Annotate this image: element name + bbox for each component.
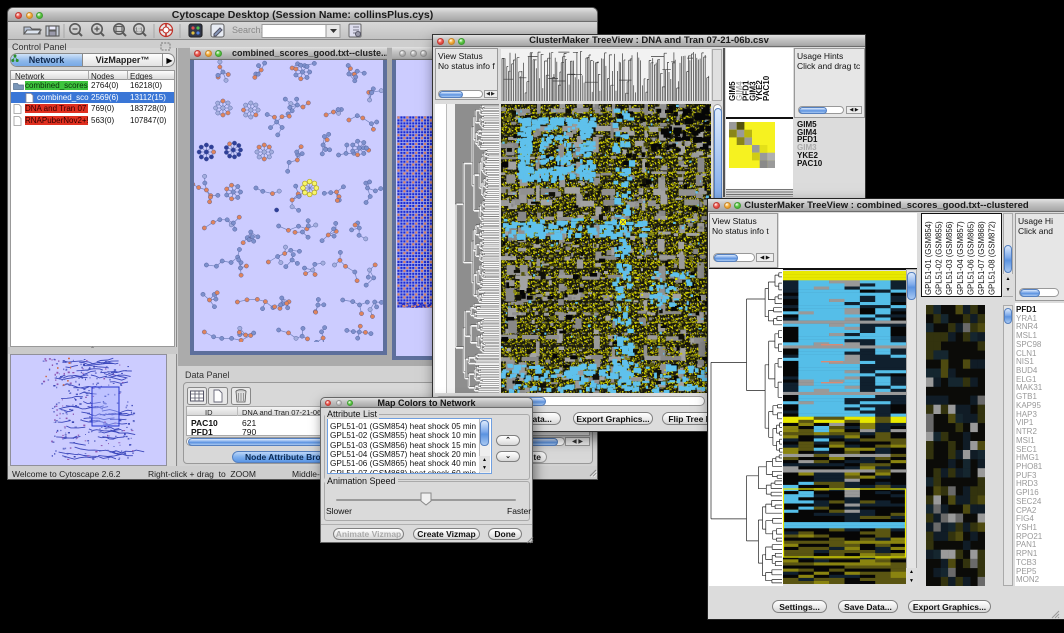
svg-text:GPL51-04 (GSM857): GPL51-04 (GSM857)	[956, 221, 965, 295]
svg-text:GPL51-02 (GSM855): GPL51-02 (GSM855)	[935, 221, 944, 295]
svg-text:1:1: 1:1	[135, 28, 143, 34]
svg-text:Search:: Search:	[232, 25, 263, 35]
svg-text:GPL51-07 (GSM868): GPL51-07 (GSM868)	[977, 221, 986, 295]
svg-text:GPL51-03 (GSM856): GPL51-03 (GSM856)	[945, 221, 954, 295]
svg-text:GPL51-06 (GSM865): GPL51-06 (GSM865)	[966, 221, 975, 295]
svg-text:PAC10: PAC10	[762, 75, 771, 101]
svg-text:GPL51-08 (GSM872): GPL51-08 (GSM872)	[988, 221, 997, 295]
svg-text:GPL51-01 (GSM854): GPL51-01 (GSM854)	[924, 221, 933, 295]
